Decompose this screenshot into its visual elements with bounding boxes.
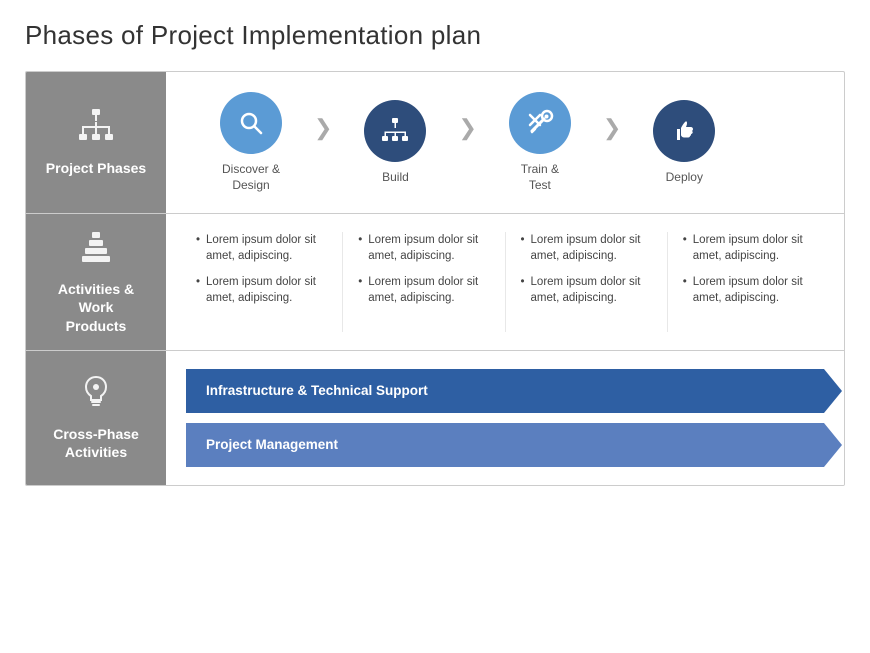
page-title: Phases of Project Implementation plan — [25, 20, 845, 51]
activities-row: Activities &WorkProducts Lorem ipsum dol… — [26, 214, 844, 351]
activity-3-1: Lorem ipsum dolor sit amet, adipiscing. — [521, 232, 652, 264]
activity-col-1: Lorem ipsum dolor sit amet, adipiscing. … — [181, 232, 342, 332]
arrow-1: ❯ — [314, 115, 332, 141]
deploy-label: Deploy — [666, 170, 703, 186]
activity-1-1: Lorem ipsum dolor sit amet, adipiscing. — [196, 232, 327, 264]
arrow-3: ❯ — [603, 115, 621, 141]
cross-phase-label-text: Cross-PhaseActivities — [53, 425, 139, 461]
build-label: Build — [382, 170, 409, 186]
train-icon-circle — [509, 92, 571, 154]
activities-label-text: Activities &WorkProducts — [58, 280, 134, 335]
phase-train: Train &Test — [485, 92, 595, 193]
activity-3-2: Lorem ipsum dolor sit amet, adipiscing. — [521, 274, 652, 306]
discover-icon-circle — [220, 92, 282, 154]
activity-col-2: Lorem ipsum dolor sit amet, adipiscing. … — [342, 232, 504, 332]
mgmt-arrow-wrapper: Project Management — [186, 423, 824, 467]
project-phases-row: Project Phases Discover &Design ❯ — [26, 72, 844, 214]
activity-4-1: Lorem ipsum dolor sit amet, adipiscing. — [683, 232, 814, 264]
discover-label: Discover &Design — [222, 162, 280, 193]
infra-arrow-wrapper: Infrastructure & Technical Support — [186, 369, 824, 413]
train-label: Train &Test — [521, 162, 559, 193]
org-chart-icon — [78, 108, 114, 151]
mgmt-label: Project Management — [206, 437, 338, 452]
implementation-table: Project Phases Discover &Design ❯ — [25, 71, 845, 486]
arrow-2: ❯ — [458, 115, 476, 141]
phases-content: Discover &Design ❯ — [166, 72, 844, 213]
stacked-blocks-icon — [78, 229, 114, 272]
project-phases-label-text: Project Phases — [46, 159, 146, 177]
infra-arrow-bar: Infrastructure & Technical Support — [186, 369, 824, 413]
activities-label-cell: Activities &WorkProducts — [26, 214, 166, 350]
cross-phase-row: Cross-PhaseActivities Infrastructure & T… — [26, 351, 844, 485]
activity-2-2: Lorem ipsum dolor sit amet, adipiscing. — [358, 274, 489, 306]
deploy-icon-circle — [653, 100, 715, 162]
build-icon-circle — [364, 100, 426, 162]
cross-phase-content: Infrastructure & Technical Support Proje… — [166, 351, 844, 485]
activity-1-2: Lorem ipsum dolor sit amet, adipiscing. — [196, 274, 327, 306]
phase-build: Build — [340, 100, 450, 186]
project-phases-label-cell: Project Phases — [26, 72, 166, 213]
activity-col-3: Lorem ipsum dolor sit amet, adipiscing. … — [505, 232, 667, 332]
activity-col-4: Lorem ipsum dolor sit amet, adipiscing. … — [667, 232, 829, 332]
phase-discover: Discover &Design — [196, 92, 306, 193]
activities-content: Lorem ipsum dolor sit amet, adipiscing. … — [166, 214, 844, 350]
mgmt-arrow-bar: Project Management — [186, 423, 824, 467]
activity-2-1: Lorem ipsum dolor sit amet, adipiscing. — [358, 232, 489, 264]
phase-deploy: Deploy — [629, 100, 739, 186]
activity-4-2: Lorem ipsum dolor sit amet, adipiscing. — [683, 274, 814, 306]
lightbulb-icon — [80, 374, 112, 417]
cross-phase-label-cell: Cross-PhaseActivities — [26, 351, 166, 485]
infra-label: Infrastructure & Technical Support — [206, 383, 428, 398]
